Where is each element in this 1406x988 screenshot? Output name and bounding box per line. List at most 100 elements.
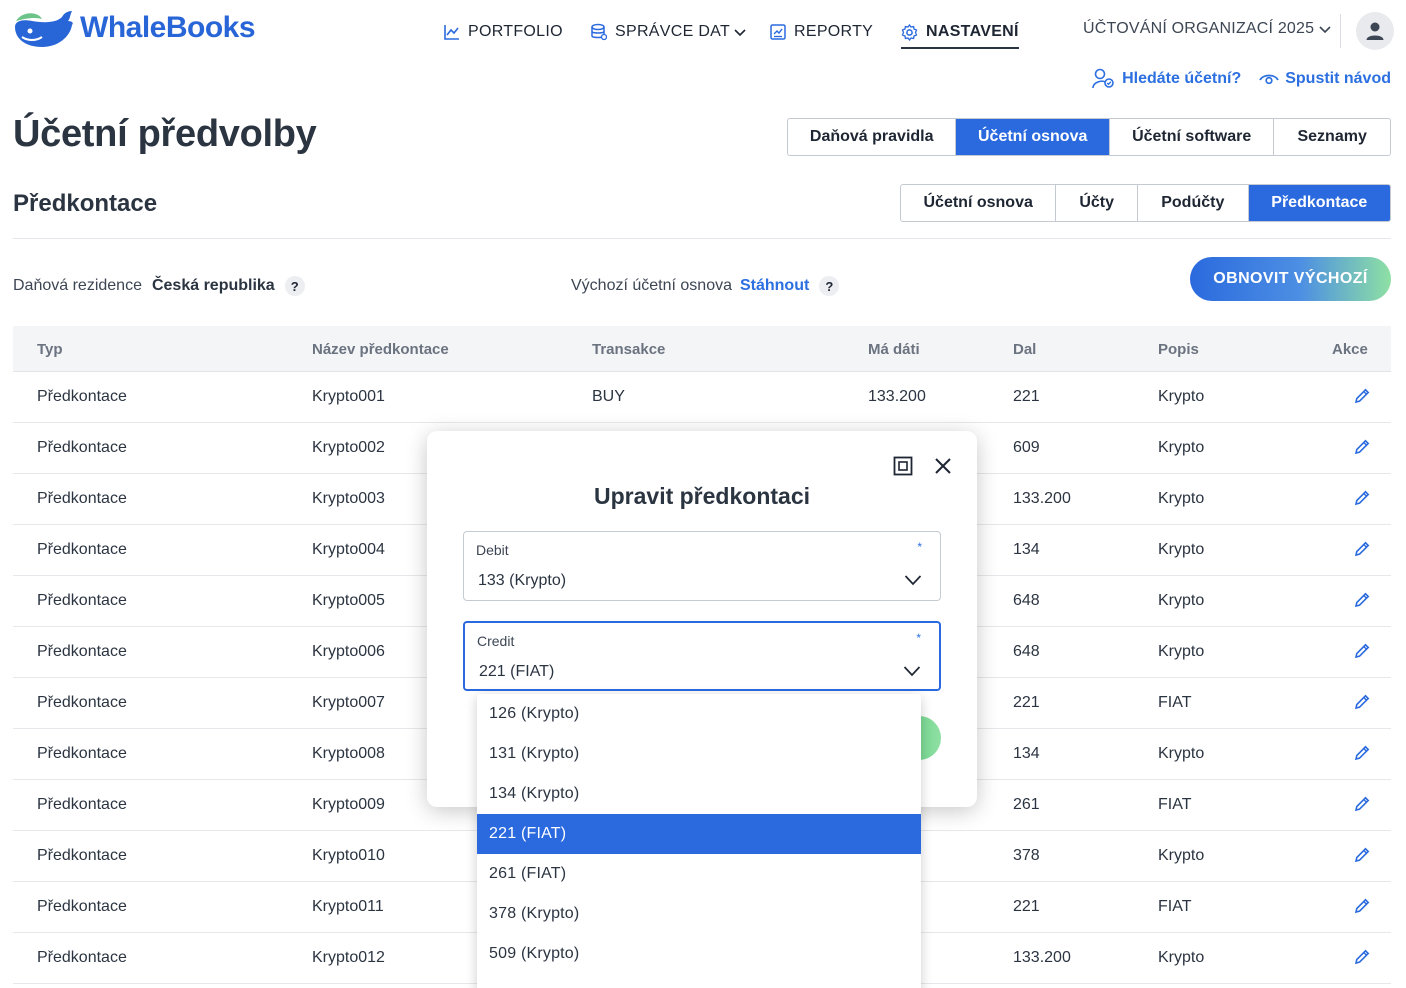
find-accountant-link[interactable]: Hledáte účetní?: [1092, 68, 1241, 90]
edit-pencil-icon[interactable]: [1353, 438, 1371, 461]
nav-portfolio-label: PORTFOLIO: [468, 23, 563, 40]
start-guide-label: Spustit návod: [1285, 70, 1391, 87]
subtab-predkontace[interactable]: Předkontace: [1247, 185, 1390, 221]
cell-credit: 648: [1013, 643, 1040, 660]
edit-pencil-icon[interactable]: [1353, 540, 1371, 563]
cell-transaction: BUY: [592, 388, 625, 405]
cell-credit: 134: [1013, 745, 1040, 762]
edit-pencil-icon[interactable]: [1353, 897, 1371, 920]
cell-type: Předkontace: [37, 490, 127, 507]
credit-value: 221 (FIAT): [479, 663, 555, 680]
cell-name: Krypto004: [312, 541, 385, 558]
edit-pencil-icon[interactable]: [1353, 489, 1371, 512]
organization-select[interactable]: ÚČTOVÁNÍ ORGANIZACÍ 2025: [1083, 20, 1332, 38]
dropdown-option[interactable]: 126 (Krypto): [477, 694, 921, 734]
nav-reports-label: REPORTY: [794, 23, 874, 40]
cell-description: Krypto: [1158, 439, 1205, 456]
report-icon: [770, 24, 786, 40]
start-guide-link[interactable]: Spustit návod: [1259, 68, 1391, 90]
help-icon[interactable]: ?: [819, 276, 840, 296]
cell-description: Krypto: [1158, 592, 1205, 609]
edit-pencil-icon[interactable]: [1353, 744, 1371, 767]
cell-credit: 221: [1013, 898, 1040, 915]
nav-reports[interactable]: REPORTY: [770, 20, 873, 44]
cell-type: Předkontace: [37, 949, 127, 966]
subtab-chart-of-accounts[interactable]: Účetní osnova: [901, 185, 1055, 221]
eye-icon: [1259, 74, 1279, 85]
reset-defaults-button[interactable]: OBNOVIT VÝCHOZÍ: [1190, 257, 1391, 301]
database-icon: [591, 23, 607, 41]
cell-description: FIAT: [1158, 898, 1192, 915]
cell-name: Krypto009: [312, 796, 385, 813]
cell-name: Krypto010: [312, 847, 385, 864]
dropdown-option[interactable]: 134 (Krypto): [477, 774, 921, 814]
tax-residence-label: Daňová rezidence: [13, 277, 142, 294]
debit-value: 133 (Krypto): [478, 572, 567, 589]
nav-data-manager[interactable]: SPRÁVCE DAT: [591, 20, 747, 44]
edit-pencil-icon[interactable]: [1353, 387, 1371, 410]
close-button[interactable]: [932, 455, 954, 477]
tab-chart-of-accounts[interactable]: Účetní osnova: [955, 119, 1109, 155]
nav-settings[interactable]: NASTAVENÍ: [901, 20, 1019, 49]
table-header: Typ Název předkontace Transakce Má dáti …: [13, 326, 1391, 372]
cell-description: Krypto: [1158, 541, 1205, 558]
cell-type: Předkontace: [37, 898, 127, 915]
debit-select[interactable]: Debit * 133 (Krypto): [463, 531, 941, 601]
cell-type: Předkontace: [37, 388, 127, 405]
required-mark: *: [916, 631, 921, 645]
cell-name: Krypto006: [312, 643, 385, 660]
maximize-button[interactable]: [892, 455, 914, 477]
dropdown-option[interactable]: 131 (Krypto): [477, 734, 921, 774]
tab-lists[interactable]: Seznamy: [1273, 119, 1390, 155]
col-transaction[interactable]: Transakce: [592, 341, 665, 358]
cell-credit: 221: [1013, 388, 1040, 405]
header-divider: [1340, 14, 1341, 48]
col-credit[interactable]: Dal: [1013, 341, 1036, 358]
cell-credit: 378: [1013, 847, 1040, 864]
cell-type: Předkontace: [37, 541, 127, 558]
edit-pencil-icon[interactable]: [1353, 846, 1371, 869]
subtab-accounts[interactable]: Účty: [1055, 185, 1137, 221]
avatar[interactable]: [1356, 12, 1394, 50]
cell-credit: 648: [1013, 592, 1040, 609]
dropdown-option[interactable]: 509 (Krypto): [477, 934, 921, 974]
edit-pencil-icon[interactable]: [1353, 948, 1371, 971]
user-icon: [1366, 22, 1384, 40]
chart-line-icon: [444, 25, 459, 40]
cell-name: Krypto012: [312, 949, 385, 966]
page-title: Účetní předvolby: [13, 113, 317, 155]
col-type[interactable]: Typ: [37, 341, 63, 358]
cell-type: Předkontace: [37, 847, 127, 864]
tab-tax-rules[interactable]: Daňová pravidla: [788, 119, 955, 155]
tab-accounting-software[interactable]: Účetní software: [1108, 119, 1273, 155]
col-description[interactable]: Popis: [1158, 341, 1199, 358]
credit-dropdown-list: 126 (Krypto) 131 (Krypto) 134 (Krypto) 221 …: [477, 694, 921, 988]
edit-pencil-icon[interactable]: [1353, 642, 1371, 665]
download-link[interactable]: Stáhnout: [740, 277, 809, 295]
help-icon[interactable]: ?: [284, 276, 305, 296]
dropdown-option[interactable]: 221 (FIAT): [477, 814, 921, 854]
dropdown-option[interactable]: 378 (Krypto): [477, 894, 921, 934]
edit-pencil-icon[interactable]: [1353, 591, 1371, 614]
credit-select[interactable]: Credit * 221 (FIAT): [463, 621, 941, 691]
cell-debit: 133.200: [868, 388, 926, 405]
nav-data-manager-label: SPRÁVCE DAT: [615, 23, 731, 40]
cell-description: FIAT: [1158, 796, 1192, 813]
dropdown-option[interactable]: 261 (FIAT): [477, 854, 921, 894]
top-navigation: WhaleBooks PORTFOLIO SPRÁVCE DAT REPORTY…: [0, 0, 1406, 62]
cell-description: Krypto: [1158, 490, 1205, 507]
col-debit[interactable]: Má dáti: [868, 341, 920, 358]
cell-description: Krypto: [1158, 643, 1205, 660]
maximize-icon: [893, 456, 913, 476]
logo[interactable]: WhaleBooks: [12, 6, 256, 50]
col-name[interactable]: Název předkontace: [312, 341, 449, 358]
sub-tabs: Účetní osnova Účty Podúčty Předkontace: [900, 184, 1391, 222]
cell-description: Krypto: [1158, 847, 1205, 864]
chevron-down-icon: [904, 575, 922, 586]
subtab-subaccounts[interactable]: Podúčty: [1137, 185, 1248, 221]
edit-pencil-icon[interactable]: [1353, 693, 1371, 716]
nav-portfolio[interactable]: PORTFOLIO: [444, 20, 563, 44]
edit-pencil-icon[interactable]: [1353, 795, 1371, 818]
cell-description: Krypto: [1158, 949, 1205, 966]
main-tabs: Daňová pravidla Účetní osnova Účetní sof…: [787, 118, 1391, 156]
